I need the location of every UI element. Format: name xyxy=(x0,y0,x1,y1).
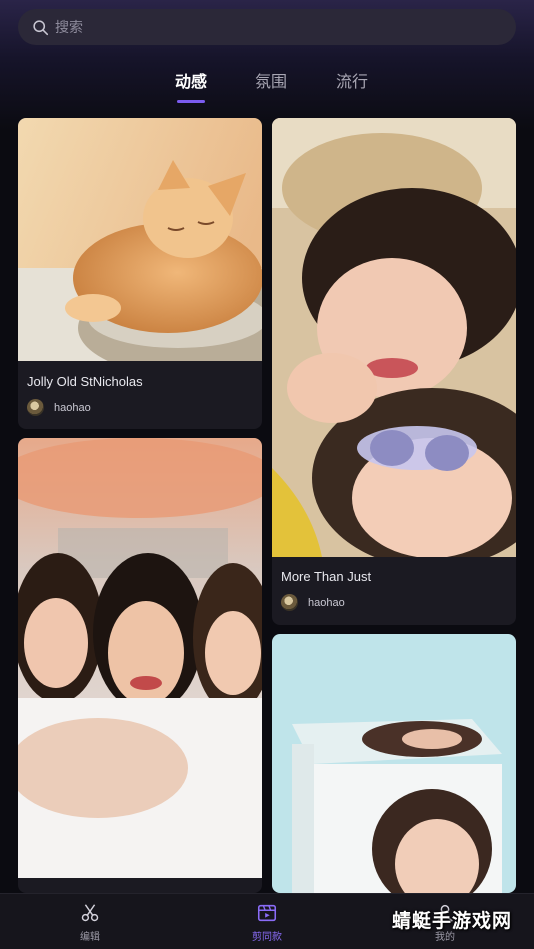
nav-edit[interactable]: 编辑 xyxy=(50,902,130,943)
scissors-icon xyxy=(81,904,99,922)
card-author: haohao xyxy=(27,399,91,416)
template-card[interactable]: More Than Just haohao xyxy=(272,118,516,625)
template-card[interactable]: Jolly Old StNicholas haohao xyxy=(18,118,262,429)
template-thumbnail xyxy=(272,118,516,557)
nav-template[interactable]: 剪同款 xyxy=(227,902,307,943)
template-thumbnail xyxy=(272,634,516,893)
card-title: More Than Just xyxy=(281,569,372,584)
card-title: Jolly Old StNicholas xyxy=(27,374,143,389)
tab-popular[interactable]: 流行 xyxy=(336,68,368,92)
template-card[interactable] xyxy=(18,438,262,893)
watermark: 蜻蜓手游戏网 xyxy=(392,910,513,932)
nav-template-label: 剪同款 xyxy=(252,932,282,943)
tab-dynamic[interactable]: 动感 xyxy=(175,68,207,92)
template-card[interactable] xyxy=(272,634,516,893)
active-tab-indicator xyxy=(177,100,205,103)
tab-atmosphere[interactable]: 氛围 xyxy=(255,68,287,92)
search-bar[interactable]: 搜索 xyxy=(18,9,516,45)
template-thumbnail xyxy=(18,118,262,361)
search-placeholder: 搜索 xyxy=(55,20,83,36)
template-thumbnail xyxy=(18,438,262,878)
category-tabs: 动感 氛围 流行 xyxy=(0,68,534,108)
nav-edit-label: 编辑 xyxy=(80,932,100,943)
author-name: haohao xyxy=(54,401,91,414)
avatar xyxy=(281,594,298,611)
card-author: haohao xyxy=(281,594,345,611)
avatar xyxy=(27,399,44,416)
author-name: haohao xyxy=(308,596,345,609)
search-icon xyxy=(33,19,49,35)
film-clapper-icon xyxy=(257,904,277,922)
